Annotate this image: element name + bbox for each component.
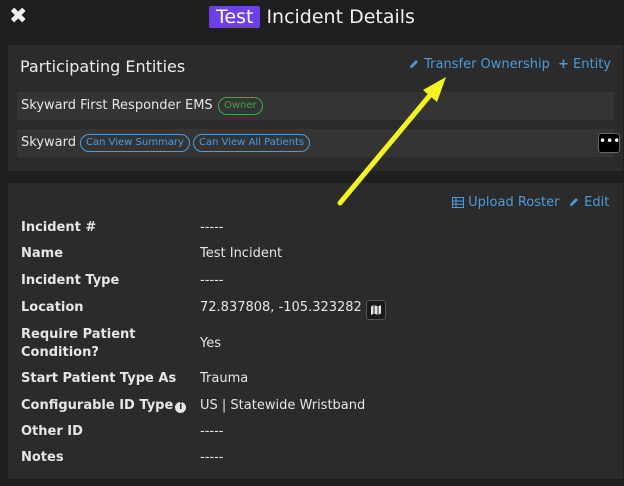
field-value-require-condition: Yes (200, 336, 221, 351)
test-badge: Test (209, 6, 261, 28)
plus-icon: + (558, 57, 569, 72)
field-label-line2: Condition? (21, 345, 99, 360)
field-label-configurable-id-type: Configurable ID Type i (21, 397, 187, 415)
incident-details-panel: Upload Roster Edit Incident # ----- Name… (8, 183, 623, 479)
field-value-configurable-id-type: US | Statewide Wristband (200, 398, 366, 413)
field-value-name: Test Incident (200, 246, 283, 261)
page-title: Test Incident Details (0, 4, 624, 30)
field-value-location: 72.837808, -105.323282 (200, 299, 386, 320)
upload-roster-label: Upload Roster (468, 195, 560, 210)
field-label-notes: Notes (21, 450, 64, 465)
field-value-notes: ----- (200, 450, 224, 465)
info-icon[interactable]: i (175, 402, 187, 413)
field-label-location: Location (21, 300, 84, 315)
table-icon (452, 197, 464, 208)
entity-row: Skyward Can View Summary Can View All Pa… (17, 129, 620, 157)
location-coordinates: 72.837808, -105.323282 (200, 300, 362, 315)
field-label-text: Configurable ID Type (21, 398, 174, 413)
field-value-incident-number: ----- (200, 220, 224, 235)
field-value-other-id: ----- (200, 424, 224, 439)
more-options-button[interactable]: ••• (598, 133, 620, 153)
permission-badge-summary: Can View Summary (80, 134, 190, 152)
field-label-start-patient-type: Start Patient Type As (21, 371, 177, 386)
title-text: Incident Details (266, 6, 415, 28)
pencil-icon (410, 60, 418, 68)
field-label-name: Name (21, 246, 64, 261)
field-label-other-id: Other ID (21, 424, 83, 439)
field-value-incident-type: ----- (200, 273, 224, 288)
permission-badge-all-patients: Can View All Patients (193, 134, 311, 152)
add-entity-link[interactable]: + Entity (558, 57, 611, 72)
upload-roster-link[interactable]: Upload Roster (452, 195, 559, 210)
transfer-ownership-link[interactable]: Transfer Ownership (408, 57, 550, 72)
entity-row: Skyward First Responder EMS Owner (17, 92, 614, 120)
edit-link[interactable]: Edit (568, 195, 609, 210)
map-icon[interactable] (365, 300, 386, 320)
add-entity-label: Entity (573, 57, 611, 72)
field-label-incident-number: Incident # (21, 220, 97, 235)
field-label-incident-type: Incident Type (21, 273, 120, 288)
field-label-line1: Require Patient (21, 327, 136, 342)
pencil-icon (570, 198, 578, 206)
modal-header: ✖ Test Incident Details (0, 0, 624, 36)
edit-label: Edit (584, 195, 610, 210)
transfer-ownership-label: Transfer Ownership (424, 57, 550, 72)
entity-name: Skyward (21, 135, 76, 150)
field-label-require-condition: Require Patient Condition? (21, 326, 136, 362)
owner-badge: Owner (218, 97, 263, 115)
participating-entities-panel: Participating Entities Transfer Ownershi… (8, 45, 623, 171)
entities-panel-title: Participating Entities (20, 57, 186, 76)
entity-name: Skyward First Responder EMS (21, 98, 213, 113)
field-value-start-patient-type: Trauma (200, 371, 249, 386)
